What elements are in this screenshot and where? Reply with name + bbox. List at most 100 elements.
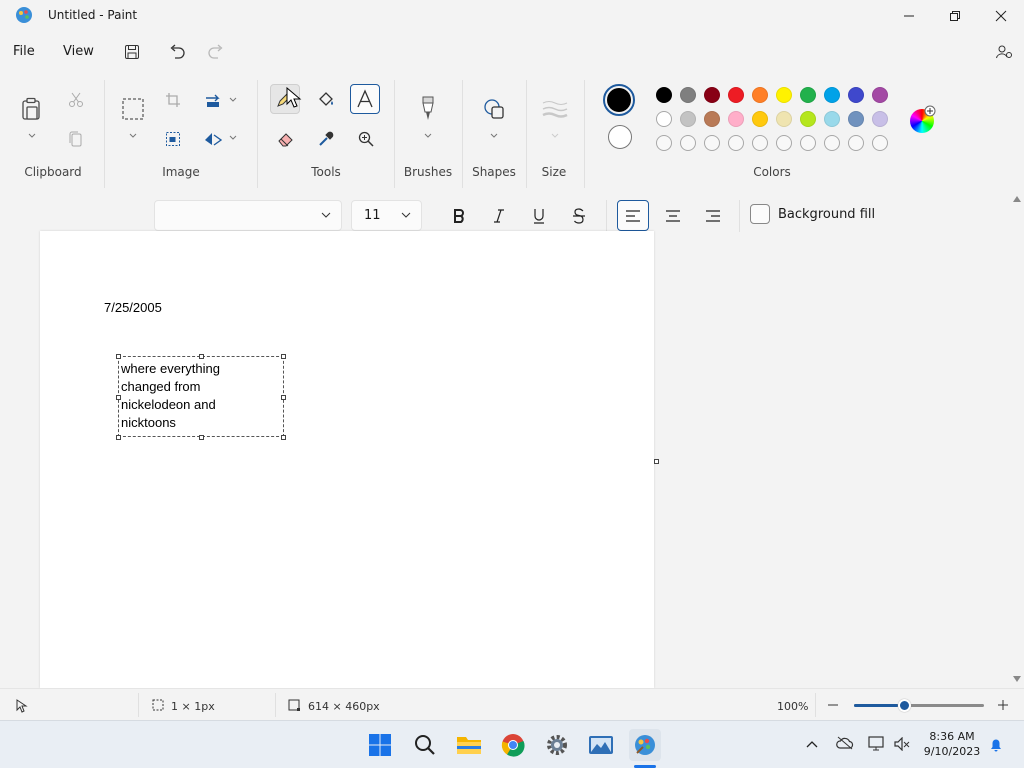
volume-muted-icon[interactable]	[894, 737, 910, 751]
brushes-dropdown-icon[interactable]	[423, 132, 433, 140]
network-icon[interactable]	[868, 736, 886, 752]
zoom-slider-track[interactable]	[854, 699, 984, 712]
strikethrough-button[interactable]	[564, 202, 594, 230]
color-swatch[interactable]	[824, 111, 840, 127]
color-swatch[interactable]	[872, 87, 888, 103]
onedrive-icon[interactable]	[836, 736, 854, 750]
size-button[interactable]	[540, 94, 570, 124]
shapes-dropdown-icon[interactable]	[489, 132, 499, 140]
zoom-slider-thumb[interactable]	[898, 699, 911, 712]
color-swatch[interactable]	[656, 87, 672, 103]
eraser-button[interactable]	[271, 124, 301, 154]
menu-file[interactable]: File	[13, 44, 35, 59]
color-swatch[interactable]	[752, 111, 768, 127]
rotate-button[interactable]	[198, 85, 228, 115]
custom-color-slot[interactable]	[776, 135, 792, 151]
bold-button[interactable]	[444, 202, 474, 230]
scroll-up-icon[interactable]	[1013, 196, 1021, 202]
resize-handle[interactable]	[116, 395, 121, 400]
color-swatch[interactable]	[752, 87, 768, 103]
canvas-text-box[interactable]: where everything changed from nickelodeo…	[118, 356, 284, 437]
magnifier-button[interactable]	[351, 124, 381, 154]
color-swatch[interactable]	[848, 111, 864, 127]
file-explorer-button[interactable]	[453, 729, 485, 761]
align-left-button[interactable]	[617, 200, 649, 231]
text-box-content[interactable]: where everything changed from nickelodeo…	[121, 360, 281, 432]
menu-view[interactable]: View	[63, 44, 94, 59]
resize-handle[interactable]	[199, 435, 204, 440]
custom-color-slot[interactable]	[680, 135, 696, 151]
undo-button[interactable]	[163, 38, 191, 66]
brushes-button[interactable]	[413, 94, 443, 124]
scroll-down-icon[interactable]	[1013, 676, 1021, 682]
resize-handle[interactable]	[199, 354, 204, 359]
color-swatch[interactable]	[800, 87, 816, 103]
resize-handle[interactable]	[281, 395, 286, 400]
zoom-in-icon[interactable]	[998, 700, 1008, 710]
edit-colors-button[interactable]	[910, 105, 936, 133]
cut-button[interactable]	[61, 85, 91, 115]
paint-taskbar-button[interactable]	[629, 729, 661, 761]
custom-color-slot[interactable]	[752, 135, 768, 151]
resize-handle[interactable]	[281, 435, 286, 440]
paste-button[interactable]	[16, 94, 46, 124]
account-button[interactable]	[990, 38, 1018, 66]
start-button[interactable]	[364, 729, 396, 761]
color-swatch[interactable]	[680, 111, 696, 127]
maximize-button[interactable]	[932, 0, 978, 32]
color-picker-button[interactable]	[311, 124, 341, 154]
color-1-button[interactable]	[603, 84, 635, 116]
custom-color-slot[interactable]	[800, 135, 816, 151]
vertical-scrollbar[interactable]	[1010, 190, 1024, 688]
resize-handle[interactable]	[116, 435, 121, 440]
custom-color-slot[interactable]	[824, 135, 840, 151]
notification-bell-icon[interactable]	[989, 737, 1003, 753]
font-size-dropdown[interactable]: 11	[351, 200, 422, 231]
minimize-button[interactable]	[886, 0, 932, 32]
color-swatch[interactable]	[728, 87, 744, 103]
custom-color-slot[interactable]	[656, 135, 672, 151]
system-clock[interactable]: 8:36 AM 9/10/2023	[920, 729, 984, 759]
save-button[interactable]	[118, 38, 146, 66]
align-right-button[interactable]	[698, 202, 728, 230]
color-2-button[interactable]	[608, 125, 632, 149]
settings-button[interactable]	[541, 729, 573, 761]
resize-handle[interactable]	[116, 354, 121, 359]
color-swatch[interactable]	[800, 111, 816, 127]
resize-handle[interactable]	[281, 354, 286, 359]
color-swatch[interactable]	[656, 111, 672, 127]
color-swatch[interactable]	[776, 111, 792, 127]
color-swatch[interactable]	[824, 87, 840, 103]
chevron-up-icon[interactable]	[806, 740, 818, 748]
rotate-dropdown-icon[interactable]	[228, 96, 238, 104]
align-center-button[interactable]	[658, 202, 688, 230]
font-family-dropdown[interactable]	[154, 200, 342, 231]
redo-button[interactable]	[202, 38, 230, 66]
color-swatch[interactable]	[680, 87, 696, 103]
flip-dropdown-icon[interactable]	[228, 134, 238, 142]
paste-dropdown-icon[interactable]	[27, 132, 37, 140]
shapes-button[interactable]	[479, 94, 509, 124]
flip-button[interactable]	[198, 124, 228, 154]
fill-button[interactable]	[311, 85, 341, 115]
color-swatch[interactable]	[728, 111, 744, 127]
color-swatch[interactable]	[704, 111, 720, 127]
close-button[interactable]	[978, 0, 1024, 32]
select-button[interactable]	[118, 94, 148, 124]
chrome-button[interactable]	[497, 729, 529, 761]
copy-button[interactable]	[61, 124, 91, 154]
select-dropdown-icon[interactable]	[128, 132, 138, 140]
color-swatch[interactable]	[872, 111, 888, 127]
color-swatch[interactable]	[848, 87, 864, 103]
resize-button[interactable]	[158, 124, 188, 154]
custom-color-slot[interactable]	[848, 135, 864, 151]
text-button[interactable]	[350, 84, 380, 114]
crop-button[interactable]	[158, 85, 188, 115]
custom-color-slot[interactable]	[704, 135, 720, 151]
color-swatch[interactable]	[776, 87, 792, 103]
canvas-resize-handle[interactable]	[654, 459, 659, 464]
custom-color-slot[interactable]	[728, 135, 744, 151]
italic-button[interactable]	[484, 202, 514, 230]
background-fill-checkbox[interactable]	[750, 204, 770, 224]
photos-button[interactable]	[585, 729, 617, 761]
